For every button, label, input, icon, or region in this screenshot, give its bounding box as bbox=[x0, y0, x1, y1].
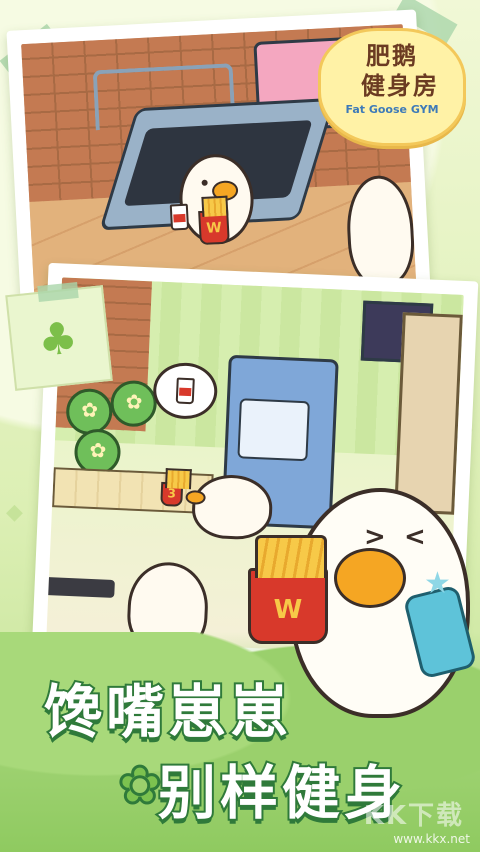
clover-icon: ♣ bbox=[35, 312, 81, 368]
watermark-brand: KK下载 bbox=[363, 801, 464, 831]
logo-title-line2: 健身房 bbox=[361, 71, 439, 100]
logo-subtitle: Fat Goose GYM bbox=[345, 103, 439, 116]
soda-cup-icon bbox=[169, 203, 190, 231]
door bbox=[394, 312, 463, 515]
soda-cup-icon bbox=[175, 377, 195, 405]
goose-eye bbox=[201, 179, 208, 186]
goose-eye-right: < bbox=[404, 522, 426, 552]
game-logo: 肥鹅 健身房 Fat Goose GYM bbox=[318, 28, 466, 146]
fries-logo: W bbox=[273, 595, 303, 625]
fries-pack-number: 3 bbox=[167, 486, 177, 501]
fries-pack-icon: 3 bbox=[160, 481, 184, 507]
vending-screen bbox=[237, 398, 310, 462]
watermark-url: www.kkx.net bbox=[393, 832, 470, 846]
clover-icon: ✿ bbox=[117, 755, 164, 818]
flower-bush bbox=[65, 387, 114, 436]
dumbbell-icon bbox=[46, 576, 115, 598]
flower-bush bbox=[109, 379, 158, 428]
big-fries-icon: W bbox=[248, 535, 328, 644]
star-icon: ★ bbox=[424, 566, 451, 601]
goose-beak bbox=[334, 548, 406, 608]
sticky-note: ♣ bbox=[5, 285, 113, 391]
slogan-line1: 馋嘴崽崽 bbox=[42, 676, 293, 748]
fries-icon: W bbox=[198, 209, 230, 246]
logo-title-line1: 肥鹅 bbox=[366, 41, 418, 70]
fries-logo: W bbox=[205, 219, 223, 237]
goose-beak bbox=[185, 490, 206, 505]
